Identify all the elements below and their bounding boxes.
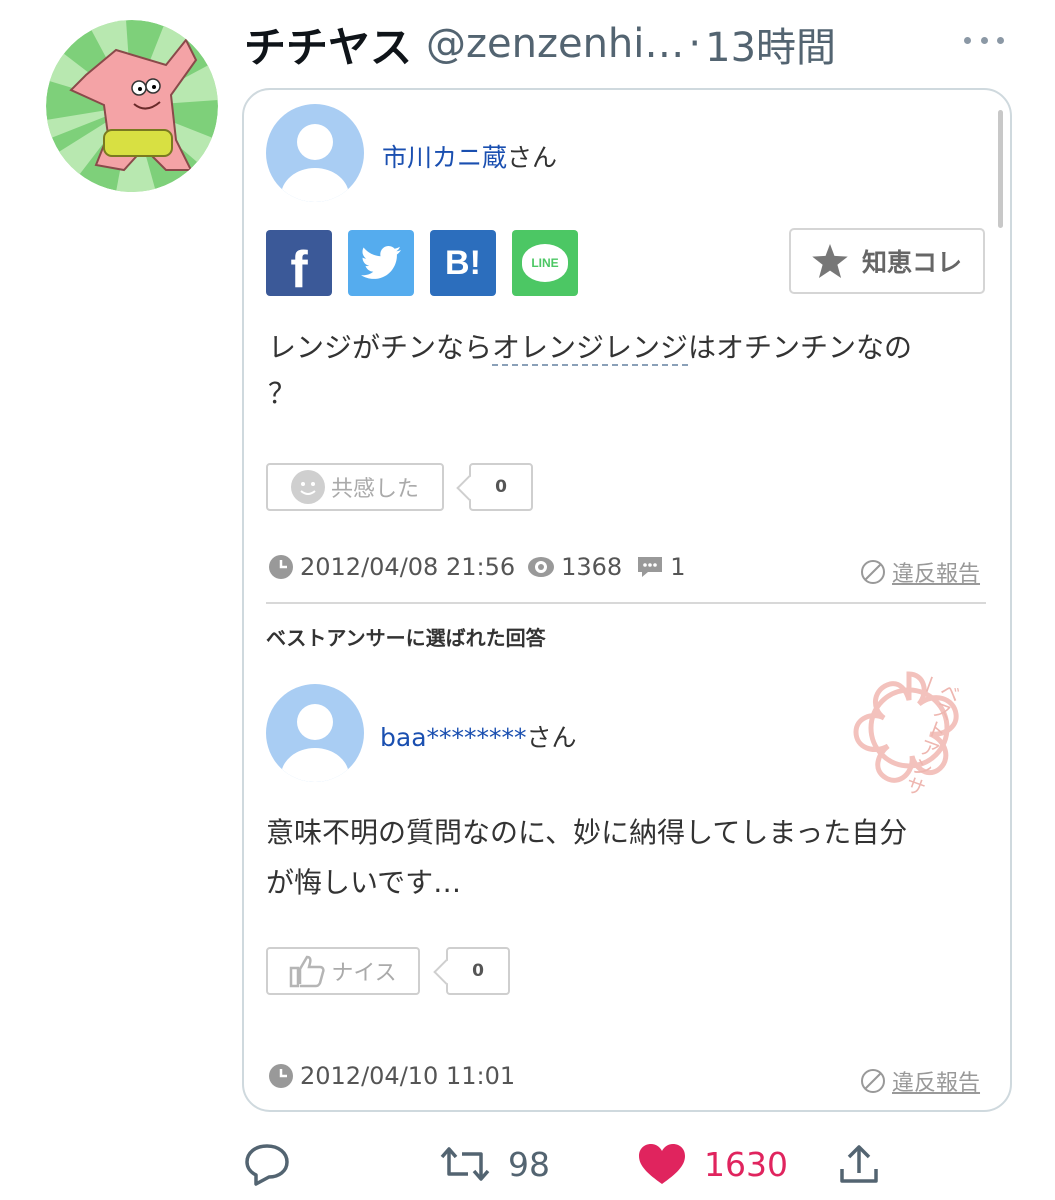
nice-count: 0: [446, 947, 510, 995]
questioner-avatar: [266, 104, 364, 202]
nice-button[interactable]: ナイス: [266, 947, 420, 995]
empathy-label: 共感した: [330, 477, 419, 502]
reply-button[interactable]: [244, 1140, 308, 1188]
questioner-name-link[interactable]: 市川カニ蔵: [382, 143, 507, 172]
answer-meta: 2012/04/10 11:01: [268, 1062, 515, 1090]
user-handle[interactable]: @zenzenhi…: [426, 21, 684, 67]
answer-text: 意味不明の質問なのに、妙に納得してしまった自分 が悔しいです…: [266, 808, 986, 908]
comment-icon: [638, 557, 663, 577]
share-icon: [840, 1145, 878, 1183]
line-label: LINE: [531, 256, 559, 270]
star-icon: [812, 244, 848, 278]
report-label: 違反報告: [892, 562, 981, 587]
answer-report-link[interactable]: 違反報告: [860, 1065, 980, 1097]
question-text-part2: はオチンチンなの: [688, 331, 913, 364]
question-text: レンジがチンならオレンジレンジはオチンチンなの ？: [268, 325, 988, 417]
eye-icon: [528, 557, 555, 577]
tweet-header: チチヤス @zenzenhi… · 13時間: [244, 14, 836, 74]
question-text-part1: レンジがチンなら: [268, 331, 493, 364]
question-text-part3: ？: [268, 377, 297, 410]
like-button[interactable]: 1630: [638, 1140, 788, 1188]
question-meta: 2012/04/08 21:56 1368 1: [268, 553, 685, 581]
best-answer-stamp: ベストアンサー: [834, 652, 984, 802]
clock-icon: [269, 555, 293, 579]
retweet-count: 98: [508, 1144, 550, 1184]
hatena-icon: B!: [445, 243, 481, 282]
answer-text-line1: 意味不明の質問なのに、妙に納得してしまった自分: [266, 816, 908, 849]
answer-text-line2: が悔しいです…: [266, 866, 462, 899]
keyword-link[interactable]: オレンジレンジ: [492, 331, 689, 366]
empathy-count-value: 0: [495, 477, 507, 497]
display-name[interactable]: チチヤス: [244, 14, 412, 75]
default-user-icon: [281, 124, 349, 202]
line-icon: LINE: [522, 244, 568, 282]
facebook-share-button[interactable]: f: [266, 230, 332, 299]
prohibited-icon: [861, 560, 885, 584]
nice-label: ナイス: [331, 961, 397, 986]
retweet-icon: [440, 1147, 490, 1181]
answer-date: 2012/04/10 11:01: [300, 1062, 516, 1090]
answerer-name: baa********さん: [380, 718, 577, 754]
hatena-bookmark-button[interactable]: B!: [430, 230, 496, 296]
reply-icon: [245, 1144, 289, 1186]
question-report-link[interactable]: 違反報告: [860, 556, 980, 588]
best-answer-heading: ベストアンサーに選ばれた回答: [266, 626, 546, 650]
facebook-icon: f: [290, 241, 308, 299]
share-button[interactable]: [838, 1140, 880, 1188]
empathy-button[interactable]: 共感した: [266, 463, 444, 511]
profile-avatar[interactable]: [46, 20, 218, 192]
like-count: 1630: [704, 1144, 788, 1184]
separator-dot: ·: [688, 21, 702, 67]
tweet-time[interactable]: 13時間: [705, 15, 836, 73]
twitter-bird-icon: [361, 246, 401, 279]
heart-icon: [639, 1144, 685, 1184]
line-share-button[interactable]: LINE: [512, 230, 578, 296]
chiebukuro-collection-button[interactable]: 知恵コレ: [789, 228, 985, 294]
scrollbar: [998, 110, 1003, 228]
empathy-count: 0: [469, 463, 533, 511]
answerer-avatar: [266, 684, 364, 782]
view-count: 1368: [561, 553, 623, 581]
retweet-button[interactable]: 98: [440, 1140, 550, 1188]
nice-count-value: 0: [472, 961, 484, 981]
more-icon[interactable]: [964, 30, 1004, 50]
prohibited-icon: [861, 1069, 885, 1093]
name-suffix: さん: [507, 143, 558, 172]
question-date: 2012/04/08 21:56: [300, 553, 516, 581]
name-suffix: さん: [526, 723, 577, 752]
report-label: 違反報告: [892, 1071, 981, 1096]
answerer-name-link[interactable]: baa********: [380, 723, 527, 752]
section-divider: [266, 602, 986, 604]
smiley-icon: [290, 470, 325, 504]
chiebukuro-label: 知恵コレ: [861, 248, 962, 277]
questioner-name: 市川カニ蔵さん: [382, 138, 557, 174]
avatar-image: [46, 20, 218, 192]
clock-icon: [269, 1064, 293, 1088]
answer-count: 1: [670, 553, 686, 581]
default-user-icon: [281, 704, 349, 782]
twitter-share-button[interactable]: [348, 230, 414, 296]
thumbs-up-icon: [290, 955, 325, 988]
